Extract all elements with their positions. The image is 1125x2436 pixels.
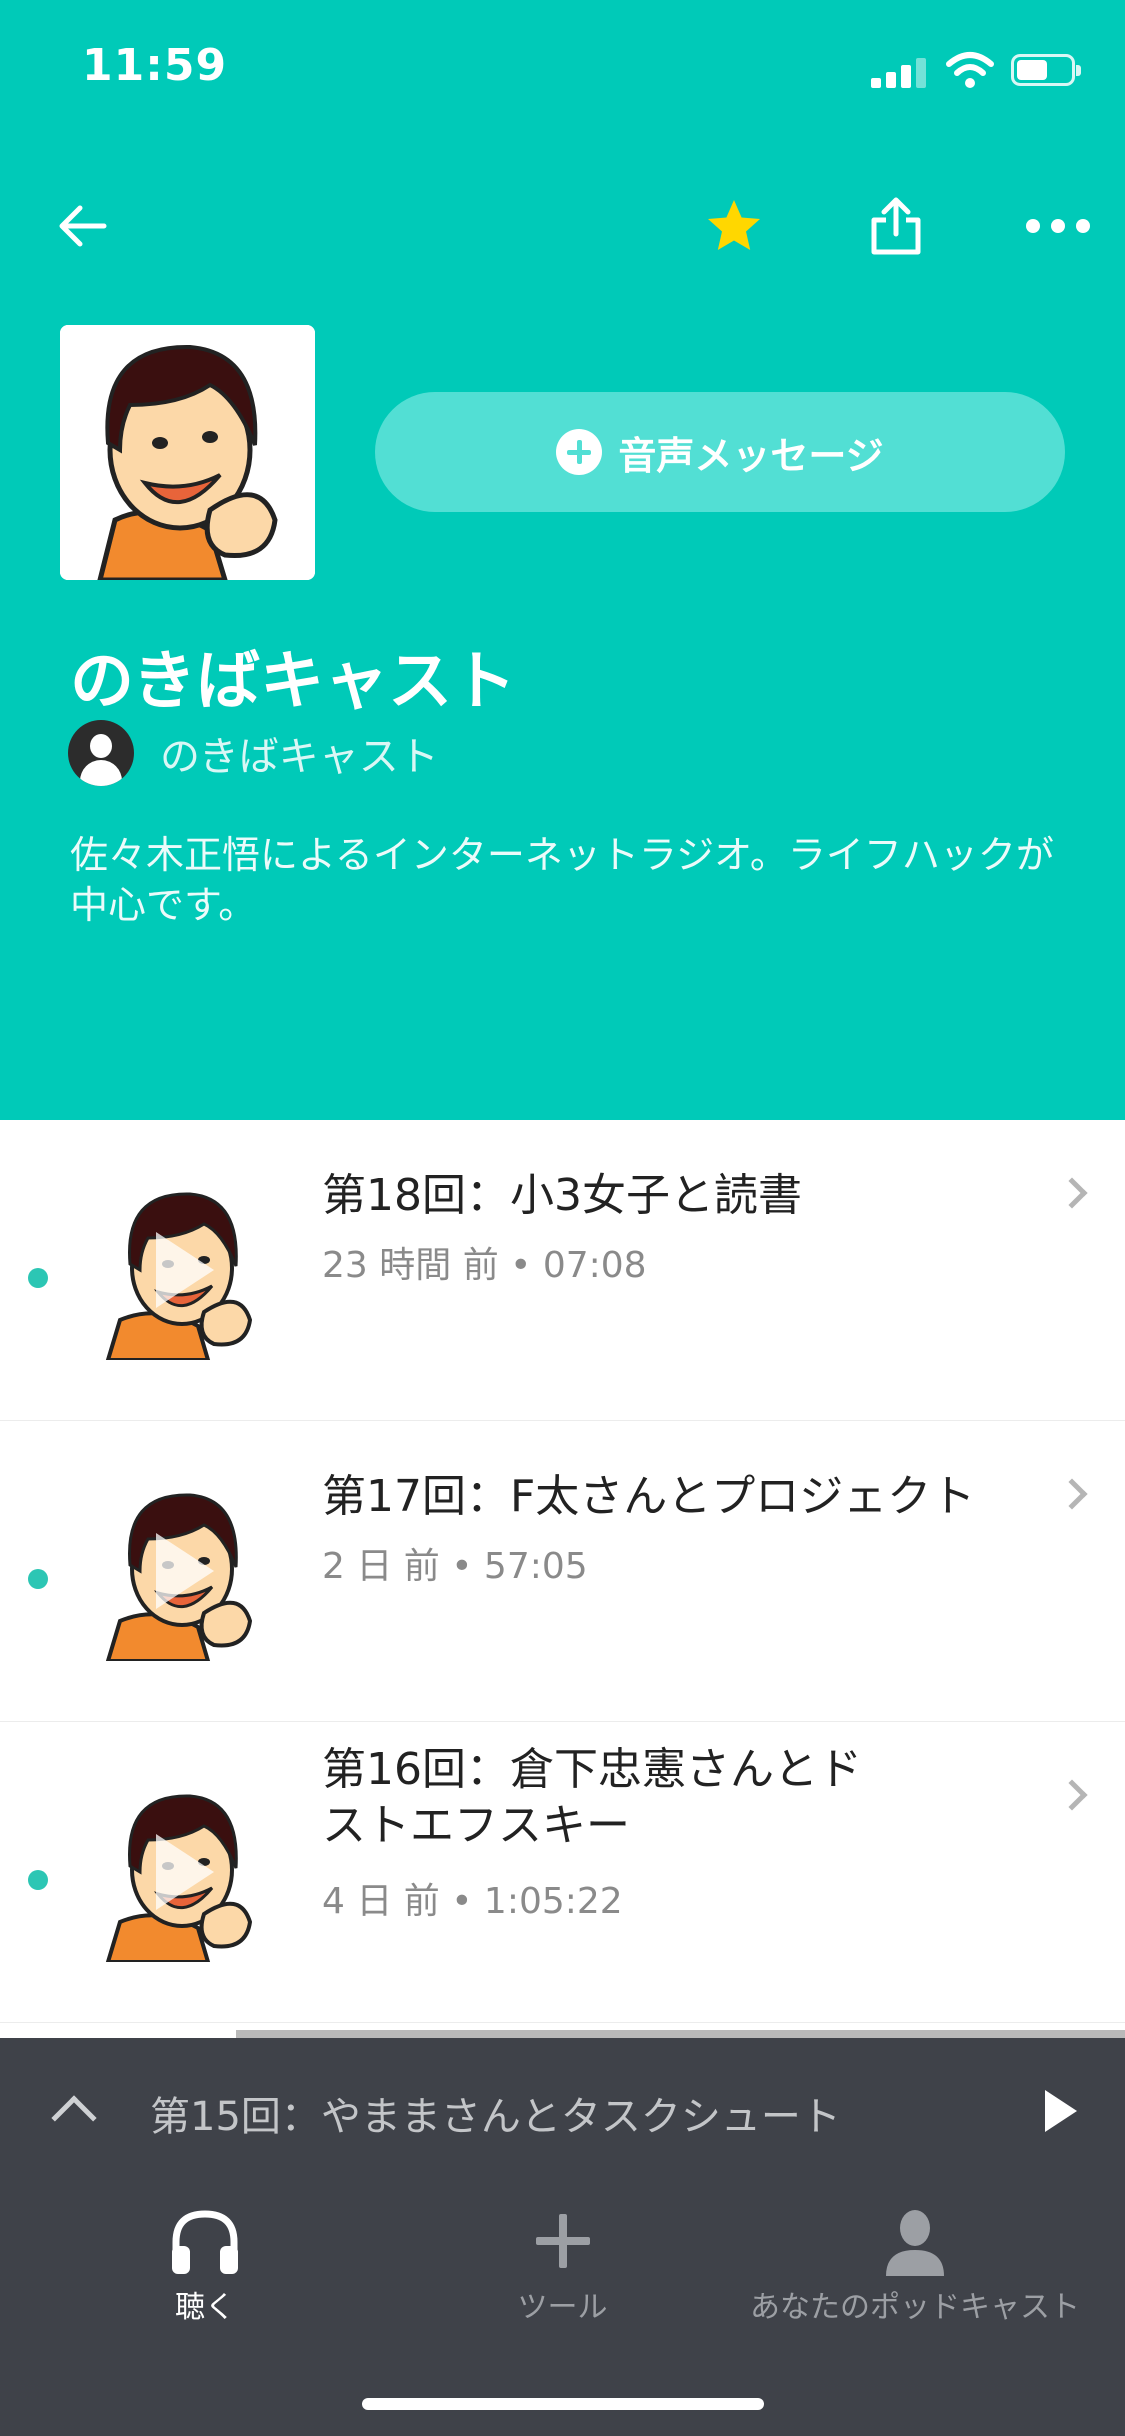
episode-meta: 4 日 前 • 1:05:22 (322, 1881, 623, 1922)
episode-row[interactable]: 第17回：F太さんとプロジェクト 2 日 前 • 57:05 (0, 1421, 1125, 1722)
unplayed-indicator (28, 1870, 48, 1890)
author-link[interactable]: のきばキャスト (68, 720, 439, 786)
status-icons (871, 52, 1081, 88)
battery-icon (1011, 54, 1081, 86)
play-icon (156, 1834, 214, 1910)
episode-duration: 57:05 (483, 1546, 588, 1587)
tab-your-podcast[interactable]: あなたのポッドキャスト (740, 2206, 1090, 2326)
chevron-right-icon (1056, 1478, 1088, 1510)
tab-tools[interactable]: ツール (500, 2206, 625, 2326)
more-button[interactable] (1018, 186, 1098, 266)
voice-message-button[interactable]: 音声メッセージ (375, 392, 1065, 512)
play-button[interactable] (1045, 2090, 1077, 2132)
show-description: 佐々木正悟によるインターネットラジオ。ライフハックが中心です。 (70, 833, 1054, 927)
status-time: 11:59 (82, 40, 228, 91)
episode-row[interactable]: 第16回：倉下忠憲さんとドストエフスキー 4 日 前 • 1:05:22 (0, 1722, 1125, 2023)
episode-time-ago: 23 時間 前 (322, 1245, 499, 1286)
show-title: のきばキャスト (70, 645, 517, 719)
tab-label: ツール (517, 2290, 608, 2325)
unplayed-indicator (28, 1268, 48, 1288)
favorite-button[interactable] (694, 186, 774, 266)
plus-icon (535, 2214, 590, 2268)
chevron-up-icon[interactable] (51, 2095, 97, 2141)
podcast-cover-art (60, 325, 315, 580)
episode-time-ago: 4 日 前 (322, 1881, 440, 1922)
add-circle-icon (556, 429, 603, 475)
episode-thumbnail (98, 1481, 278, 1663)
episode-time-ago: 2 日 前 (322, 1546, 440, 1587)
avatar (68, 720, 134, 786)
tab-label: あなたのポッドキャスト (750, 2290, 1080, 2325)
episode-title: 第17回：F太さんとプロジェクト (322, 1471, 976, 1522)
more-icon (1026, 219, 1090, 233)
playback-progress[interactable] (0, 2030, 1125, 2038)
now-playing-title: 第15回：やままさんとタスクシュート (150, 2094, 841, 2140)
episode-duration: 1:05:22 (483, 1881, 623, 1922)
headphones-icon (172, 2210, 238, 2274)
episode-duration: 07:08 (542, 1245, 647, 1286)
play-icon (156, 1533, 214, 1609)
tab-label: 聴く (175, 2290, 235, 2325)
wifi-icon (946, 52, 994, 88)
mini-player[interactable]: 第15回：やままさんとタスクシュート (0, 2038, 1125, 2188)
episode-row[interactable]: 第18回：小3女子と読書 23 時間 前 • 07:08 (0, 1120, 1125, 1421)
episode-thumbnail (98, 1180, 278, 1362)
signal-icon (871, 56, 927, 88)
back-button[interactable] (42, 186, 122, 266)
episode-title: 第18回：小3女子と読書 (322, 1170, 802, 1221)
tab-listen[interactable]: 聴く (140, 2206, 270, 2326)
episode-meta: 2 日 前 • 57:05 (322, 1546, 588, 1587)
home-indicator (362, 2398, 764, 2410)
unplayed-indicator (28, 1569, 48, 1589)
chevron-right-icon (1056, 1779, 1088, 1811)
episode-title: 第16回：倉下忠憲さんとドストエフスキー (322, 1744, 862, 1851)
show-header: 11:59 音声メッセージ のきばキャスト のきばキャスト 佐々木正悟によるイン… (0, 0, 1125, 1120)
back-arrow-icon (59, 205, 107, 247)
person-icon (886, 2210, 944, 2276)
voice-message-label: 音声メッセージ (618, 433, 884, 478)
episode-meta: 23 時間 前 • 07:08 (322, 1245, 647, 1286)
star-icon (708, 200, 760, 250)
episode-list: 第18回：小3女子と読書 23 時間 前 • 07:08 第17回：F太さんとプ… (0, 1120, 1125, 2023)
play-icon (156, 1232, 214, 1308)
playback-progress-fill (0, 2030, 237, 2038)
author-name: のきばキャスト (160, 734, 439, 780)
chevron-right-icon (1056, 1177, 1088, 1209)
share-icon (871, 197, 921, 255)
share-button[interactable] (856, 186, 936, 266)
episode-thumbnail (98, 1782, 278, 1964)
